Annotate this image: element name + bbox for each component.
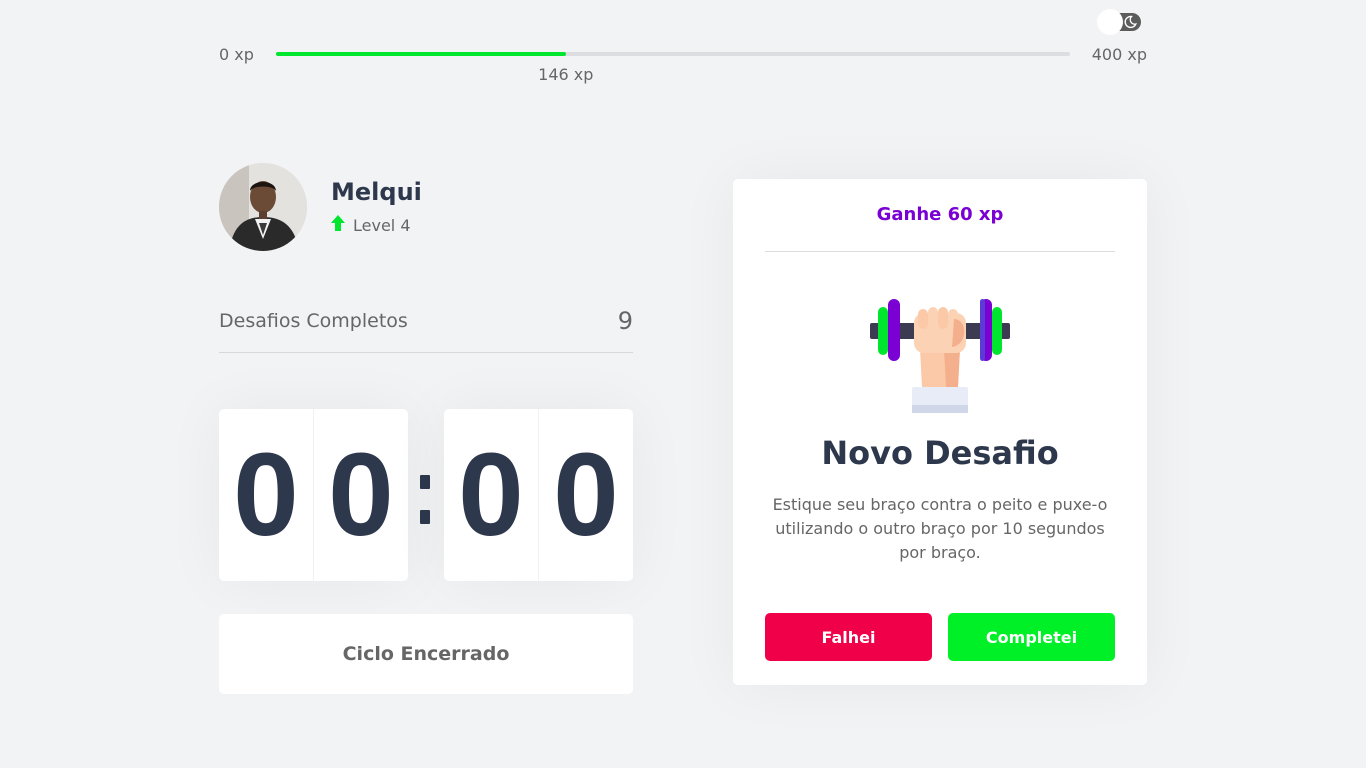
minute-ones-digit: 0 [328, 429, 394, 561]
countdown-minutes: 0 0 [219, 409, 408, 581]
profile-name: Melqui [331, 178, 422, 206]
countdown: 0 0 0 0 [219, 409, 633, 581]
completed-challenges-label: Desafios Completos [219, 310, 408, 332]
xp-current-label: 146 xp [538, 65, 594, 84]
completed-challenges-count: 9 [617, 307, 633, 335]
countdown-seconds: 0 0 [444, 409, 633, 581]
xp-min-label: 0 xp [219, 45, 254, 64]
challenge-description: Estique seu braço contra o peito e puxe-… [772, 495, 1108, 562]
completed-challenges: Desafios Completos 9 [219, 290, 633, 353]
colon-dot-bottom [420, 510, 430, 524]
challenge-failed-button[interactable]: Falhei [765, 613, 932, 661]
second-tens-digit: 0 [444, 409, 539, 581]
second-ones-digit: 0 [553, 429, 619, 561]
colon-dot-top [420, 475, 430, 489]
avatar [219, 163, 307, 251]
xp-progress-fill [276, 52, 566, 56]
level-up-arrow-icon [331, 215, 345, 231]
challenge-completed-button[interactable]: Completei [948, 613, 1115, 661]
moon-icon [1124, 15, 1137, 29]
profile: Melqui Level 4 [219, 163, 633, 251]
dumbbell-icon [870, 299, 1010, 413]
challenge-card: Ganhe 60 xp Novo Desafio Estique seu bra… [733, 179, 1147, 685]
countdown-colon [416, 409, 436, 581]
challenge-title: Novo Desafio [821, 434, 1059, 472]
xp-progress-track [276, 52, 1070, 56]
theme-toggle[interactable] [1097, 9, 1143, 35]
level-label: Level 4 [353, 216, 411, 235]
experience-bar: 0 xp 146 xp 400 xp [219, 40, 1147, 90]
toggle-knob [1097, 9, 1123, 35]
challenge-xp-reward: Ganhe 60 xp [765, 179, 1115, 252]
cycle-ended-button[interactable]: Ciclo Encerrado [219, 614, 633, 694]
minute-tens-digit: 0 [219, 409, 314, 581]
xp-max-label: 400 xp [1091, 45, 1147, 64]
